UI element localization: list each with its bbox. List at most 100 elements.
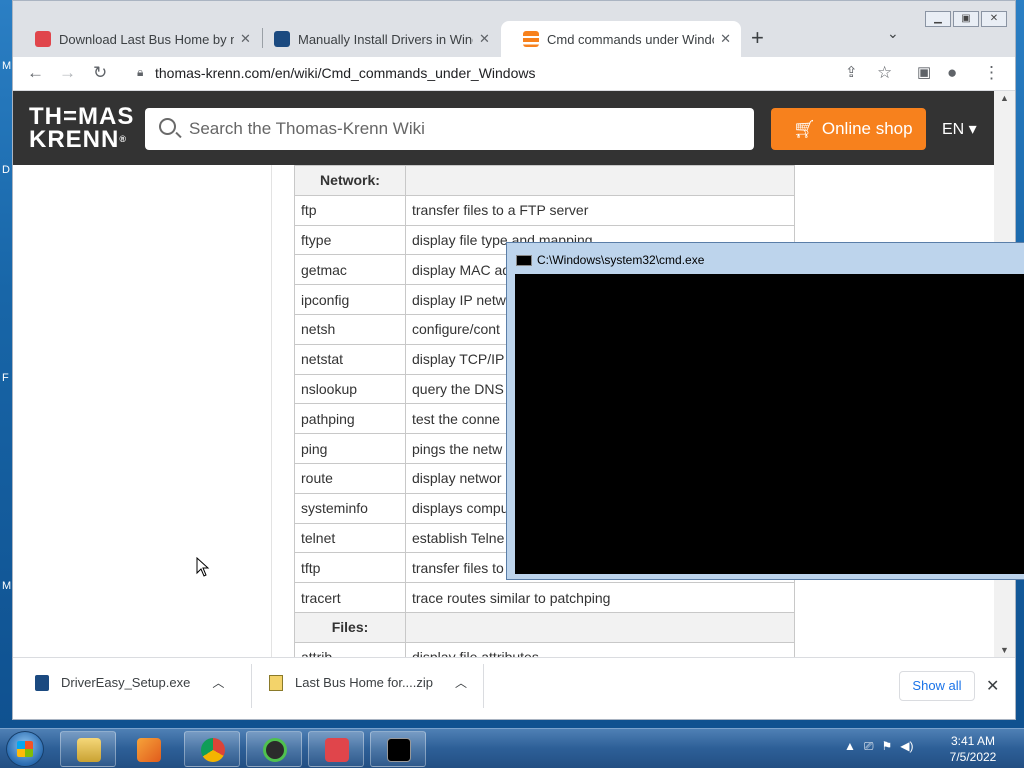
online-shop-button[interactable]: 🛒︎ Online shop: [771, 108, 926, 150]
browser-toolbar: ← → ↻ 🔒︎ thomas-krenn.com/en/wiki/Cmd_co…: [13, 57, 1015, 91]
tab-last-bus-home[interactable]: Download Last Bus Home by maj ✕: [13, 21, 261, 57]
close-download-bar-icon[interactable]: ✕: [986, 676, 999, 696]
tab-drivereasy[interactable]: Manually Install Drivers in Windo ✕: [252, 21, 500, 57]
tab-cmd-commands[interactable]: Cmd commands under Windows ✕: [501, 21, 741, 57]
section-empty-cell: [405, 611, 795, 643]
clock-date: 7/5/2022: [949, 750, 997, 764]
taskbar-clock[interactable]: 3:41 AM 7/5/2022: [940, 733, 1006, 765]
language-selector[interactable]: EN ▾: [942, 119, 977, 139]
command-cell: nslookup: [294, 373, 406, 405]
table-row: ftp transfer files to a FTP server: [294, 194, 795, 226]
back-icon[interactable]: ←: [27, 63, 44, 83]
chrome-icon: [201, 738, 225, 762]
maximize-button[interactable]: ▣: [953, 11, 979, 27]
desktop-icon-label: M: [2, 60, 12, 72]
taskbar-cmd[interactable]: [370, 731, 426, 767]
show-hidden-icons-arrow[interactable]: ▲: [844, 739, 856, 754]
command-cell: netsh: [294, 313, 406, 345]
bookmark-star-icon[interactable]: ☆: [877, 63, 892, 83]
section-title: Network:: [294, 165, 406, 196]
shop-cart-icon: 🛒︎: [793, 118, 816, 139]
table-section-header: Network:: [294, 165, 795, 196]
new-tab-button[interactable]: +: [751, 25, 764, 51]
share-icon[interactable]: ⇪: [845, 63, 858, 81]
taskbar-drivereasy[interactable]: [246, 731, 302, 767]
start-button[interactable]: [6, 731, 44, 767]
taskbar-file-explorer[interactable]: [60, 731, 116, 767]
download-filename: Last Bus Home for....zip: [295, 675, 434, 690]
lock-icon[interactable]: 🔒︎: [137, 65, 143, 80]
scroll-down-arrow[interactable]: ▼: [1000, 645, 1009, 655]
sidebar-divider: [271, 165, 272, 657]
file-explorer-icon: [77, 738, 101, 762]
close-tab-icon[interactable]: ✕: [720, 31, 731, 47]
section-empty-cell: [405, 165, 795, 196]
close-tab-icon[interactable]: ✕: [240, 31, 251, 47]
download-item-last-bus-home[interactable]: Last Bus Home for....zip ︿: [269, 674, 467, 691]
download-item-drivereasy[interactable]: DriverEasy_Setup.exe ︿: [35, 674, 224, 691]
download-filename: DriverEasy_Setup.exe: [61, 675, 191, 690]
table-row: attribdisplay file attributes: [294, 641, 795, 657]
command-cell: getmac: [294, 254, 406, 286]
table-row: tracert trace routes similar to patchping: [294, 582, 795, 613]
minimize-button[interactable]: ▁: [925, 11, 951, 27]
logo-registered: ®: [119, 134, 127, 144]
volume-icon[interactable]: ◀): [900, 739, 913, 754]
command-cell: netstat: [294, 343, 406, 375]
address-bar[interactable]: thomas-krenn.com/en/wiki/Cmd_commands_un…: [155, 65, 536, 81]
command-cell: route: [294, 462, 406, 494]
network-icon[interactable]: ⎚: [864, 739, 874, 754]
command-cell: ping: [294, 433, 406, 464]
command-cell: tftp: [294, 552, 406, 584]
desktop-icon-label: F: [2, 372, 9, 384]
close-tab-icon[interactable]: ✕: [479, 31, 490, 47]
show-all-downloads-button[interactable]: Show all: [899, 671, 975, 701]
game-icon: [35, 31, 51, 47]
thomas-krenn-logo[interactable]: TH=MAS KRENN®: [29, 103, 135, 152]
wiki-search-input[interactable]: [189, 116, 729, 142]
windows-logo-icon: [17, 741, 33, 757]
cmd-icon: [516, 255, 532, 266]
chevron-up-icon[interactable]: ︿: [212, 674, 224, 691]
taskbar-chrome[interactable]: [184, 731, 240, 767]
description-cell: trace routes similar to patchping: [405, 582, 795, 613]
wiki-search-box[interactable]: [145, 108, 754, 150]
tab-search-button[interactable]: ⌄: [887, 25, 899, 42]
logo-line-1: TH=MAS: [29, 103, 135, 130]
profile-icon[interactable]: ●: [947, 63, 957, 83]
thomas-krenn-icon: [523, 31, 539, 47]
cmd-window[interactable]: C:\Windows\system32\cmd.exe: [506, 242, 1024, 580]
game-app-icon: [325, 738, 349, 762]
action-center-flag-icon[interactable]: ⚑: [882, 739, 893, 754]
tab-title: Download Last Bus Home by maj: [59, 31, 234, 47]
chevron-up-icon[interactable]: ︿: [455, 674, 467, 691]
drivereasy-icon: [274, 31, 290, 47]
site-header: TH=MAS KRENN® 🛒︎ Online shop EN ▾: [13, 91, 994, 165]
cmd-console[interactable]: [515, 274, 1024, 574]
description-cell: display file attributes: [405, 641, 795, 657]
zip-file-icon: [269, 674, 283, 691]
taskbar: ▲ ⎚ ⚑ ◀) 3:41 AM 7/5/2022: [0, 728, 1024, 768]
window-controls: ▁ ▣ ✕: [923, 11, 1007, 27]
reload-icon[interactable]: ↻: [93, 63, 107, 83]
tab-strip: Download Last Bus Home by maj ✕ Manually…: [13, 1, 1015, 57]
download-bar: DriverEasy_Setup.exe ︿ Last Bus Home for…: [13, 657, 1015, 719]
search-icon: [159, 118, 176, 135]
forward-icon[interactable]: →: [59, 63, 76, 83]
taskbar-game[interactable]: [308, 731, 364, 767]
drivereasy-app-icon: [263, 738, 287, 762]
close-window-button[interactable]: ✕: [981, 11, 1007, 27]
cmd-titlebar[interactable]: C:\Windows\system32\cmd.exe: [507, 243, 1024, 273]
media-player-icon: [137, 738, 161, 762]
menu-kebab-icon[interactable]: ⋮: [983, 63, 1000, 83]
download-separator: [251, 664, 252, 708]
taskbar-media-player[interactable]: [120, 731, 176, 767]
command-cell: pathping: [294, 403, 406, 435]
tab-title: Manually Install Drivers in Windo: [298, 31, 473, 47]
scroll-up-arrow[interactable]: ▲: [1000, 93, 1009, 103]
section-title: Files:: [294, 611, 406, 643]
desktop-icon-label: D: [2, 164, 10, 176]
tab-title: Cmd commands under Windows: [547, 31, 714, 47]
side-panel-icon[interactable]: ▣: [917, 63, 931, 81]
drivereasy-file-icon: [35, 674, 49, 691]
